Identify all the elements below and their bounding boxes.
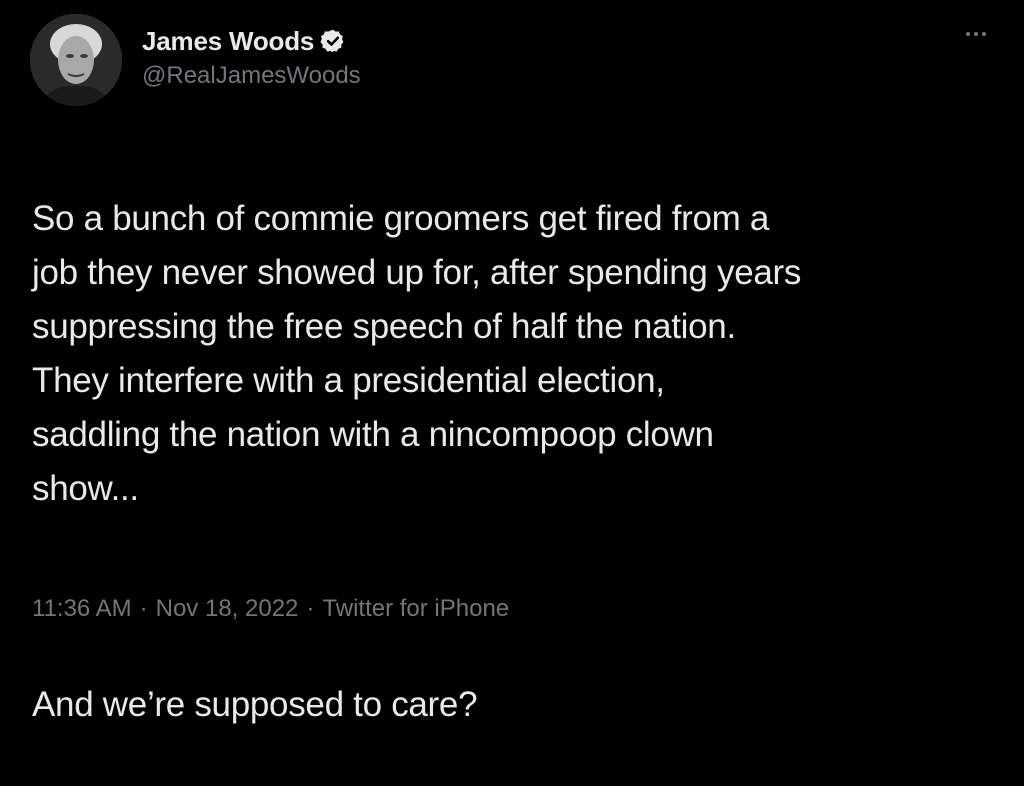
more-options-icon[interactable] <box>958 22 994 46</box>
verified-badge-icon <box>320 28 346 54</box>
tweet-paragraph-1: So a bunch of commie groomers get fired … <box>32 199 802 508</box>
tweet-meta: 11:36 AM · Nov 18, 2022 · Twitter for iP… <box>32 595 509 623</box>
tweet-card: James Woods @RealJamesWoods So a bunch o… <box>0 0 1024 724</box>
tweet-paragraph-2: And we’re supposed to care? <box>32 685 478 724</box>
tweet-text: So a bunch of commie groomers get fired … <box>32 138 1007 786</box>
avatar[interactable] <box>30 14 122 106</box>
tweet-source[interactable]: Twitter for iPhone <box>322 595 509 623</box>
meta-separator: · <box>306 595 315 622</box>
user-handle[interactable]: @RealJamesWoods <box>142 62 361 90</box>
profile-photo <box>30 14 122 106</box>
more-dot <box>974 32 978 36</box>
meta-separator: · <box>139 595 148 622</box>
more-dot <box>982 32 986 36</box>
display-name[interactable]: James Woods <box>142 26 314 57</box>
name-row: James Woods <box>142 24 361 58</box>
more-dot <box>966 32 970 36</box>
tweet-time[interactable]: 11:36 AM <box>32 595 132 623</box>
author-block: James Woods @RealJamesWoods <box>142 24 361 90</box>
tweet-date[interactable]: Nov 18, 2022 <box>156 595 299 623</box>
